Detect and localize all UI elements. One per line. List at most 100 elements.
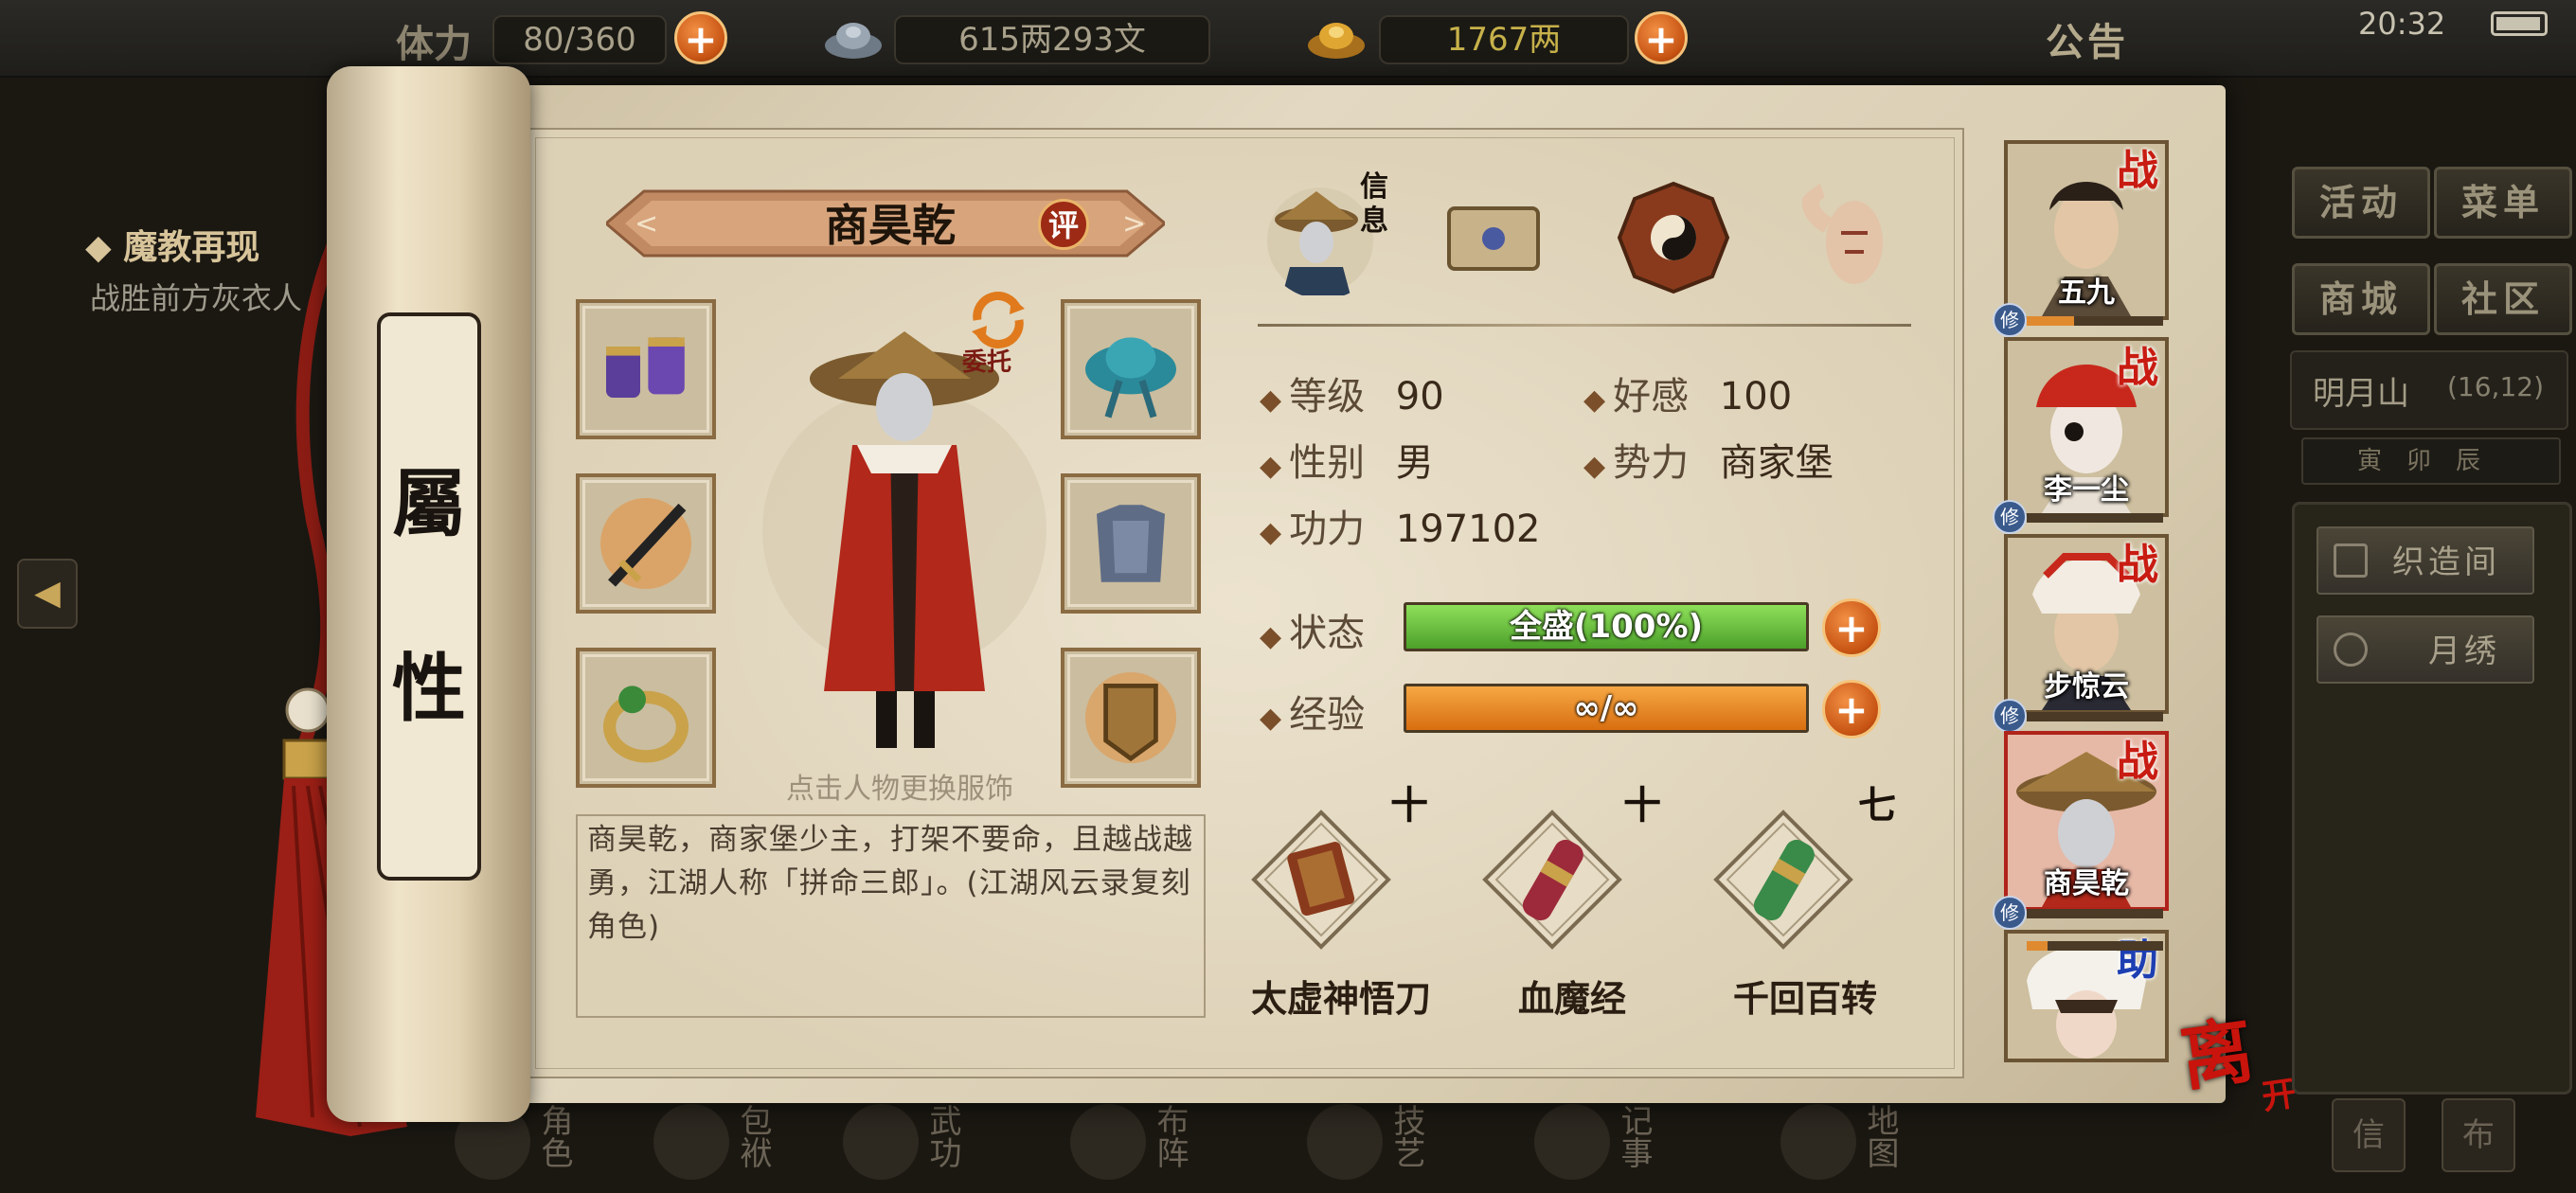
role-badge: 战: [2117, 541, 2158, 589]
house-icon: [2334, 543, 2368, 578]
formation-icon: [1070, 1104, 1146, 1180]
weaving-button[interactable]: 织造间: [2317, 526, 2534, 595]
diamond-icon: ◆: [1260, 516, 1282, 549]
add-exp-button[interactable]: +: [1822, 680, 1881, 739]
status-row: ◆ 状态: [1260, 602, 1365, 657]
nav-bag[interactable]: 包袱: [653, 1095, 814, 1189]
community-button[interactable]: 社区: [2434, 263, 2572, 335]
skill-slot-2[interactable]: [1481, 809, 1623, 951]
battery-icon: [2491, 11, 2548, 36]
gender-value: 男: [1395, 441, 1434, 485]
tab-info-label: 信息: [1360, 170, 1388, 238]
scroll-char-1: 屬: [391, 461, 466, 547]
level-label: 等级: [1289, 375, 1366, 418]
gender-row: ◆ 性别 男: [1260, 432, 1434, 487]
scroll-char-2: 性: [391, 646, 466, 732]
character-figure[interactable]: [748, 312, 1061, 767]
nav-journal[interactable]: 记事: [1534, 1095, 1695, 1189]
skill-name-3: 千回百转: [1732, 978, 1877, 1020]
status-bar-text: 全盛(100%): [1509, 608, 1704, 646]
favor-row: ◆ 好感 100: [1583, 365, 1792, 420]
equip-slot-weapon[interactable]: [576, 473, 716, 614]
equip-slot-armor[interactable]: [1061, 473, 1201, 614]
diamond-icon: ◆: [1260, 702, 1282, 735]
embroidery-button[interactable]: 月绣: [2317, 615, 2534, 684]
nav-skill[interactable]: 技艺: [1307, 1095, 1468, 1189]
activity-button[interactable]: 活动: [2292, 167, 2430, 239]
equip-slot-token[interactable]: [1061, 648, 1201, 788]
info-corner-button[interactable]: 信: [2332, 1098, 2406, 1172]
menu-button[interactable]: 菜单: [2434, 167, 2572, 239]
nav-map[interactable]: 地图: [1780, 1095, 1941, 1189]
roster-xp-bar: [2027, 941, 2163, 951]
equip-slot-gloves[interactable]: [576, 299, 716, 439]
diamond-icon: ◆: [1583, 450, 1606, 483]
blade-icon: [600, 498, 691, 589]
cultivate-badge: 修: [1993, 303, 2027, 337]
skill-rank-2: 十: [1623, 784, 1661, 828]
level-value: 90: [1395, 375, 1444, 418]
needle-icon: [2334, 632, 2368, 667]
favor-value: 100: [1719, 375, 1793, 418]
diamond-icon: ◆: [1260, 383, 1282, 417]
gold-ingot-icon: [1308, 23, 1365, 59]
bagua-icon[interactable]: [1612, 176, 1735, 299]
silver-ingot-icon: [825, 23, 882, 59]
quest-title[interactable]: ◆ 魔教再现: [85, 220, 259, 269]
cloth-corner-button[interactable]: 布: [2442, 1098, 2515, 1172]
skill-name-2: 血魔经: [1517, 978, 1626, 1020]
martial-icon: [843, 1104, 919, 1180]
roster-card-1[interactable]: 战 五九: [2004, 140, 2169, 320]
character-description: 商昊乾，商家堡少主，打架不要命，且越战越勇，江湖人称「拼命三郎」。(江湖风云录复…: [587, 823, 1193, 944]
status-label: 状态: [1289, 612, 1366, 655]
skill-slot-3[interactable]: [1712, 809, 1854, 951]
nav-formation[interactable]: 布阵: [1070, 1095, 1231, 1189]
embroidery-label: 月绣: [2428, 632, 2500, 670]
equip-slot-ring[interactable]: [576, 648, 716, 788]
role-badge: 战: [2117, 147, 2158, 195]
roster-xp-fill: [2027, 941, 2048, 951]
exp-bar-text: ∞/∞: [1573, 689, 1639, 727]
equip-slot-hat[interactable]: [1061, 299, 1201, 439]
roster-xp-bar: [2027, 513, 2163, 523]
mall-button[interactable]: 商城: [2292, 263, 2430, 335]
roster-name: 五九: [2058, 276, 2115, 310]
time-tabs[interactable]: 寅卯辰: [2301, 437, 2561, 485]
svg-text:>: >: [1122, 207, 1146, 240]
faction-value: 商家堡: [1719, 441, 1834, 485]
left-arrow-icon[interactable]: ◀: [17, 559, 78, 629]
change-outfit-hint: 点击人物更换服饰: [786, 773, 1013, 806]
cultivate-badge: 修: [1993, 699, 2027, 733]
notice-button[interactable]: 公告: [2046, 11, 2129, 66]
gender-label: 性别: [1289, 441, 1366, 485]
leave-button-sub[interactable]: 开: [2259, 1066, 2299, 1120]
map-icon: [1780, 1104, 1856, 1180]
nav-martial[interactable]: 武功: [843, 1095, 1004, 1189]
roster-xp-bar: [2027, 712, 2163, 721]
scroll-label-strip: [377, 312, 481, 881]
exp-bar: ∞/∞: [1404, 684, 1809, 733]
skill-rank-1: 十: [1390, 784, 1428, 828]
muscle-icon[interactable]: [1788, 176, 1911, 299]
add-gold-button[interactable]: +: [1635, 11, 1688, 64]
token-icon: [1085, 672, 1176, 763]
location-name: 明月山: [2313, 375, 2409, 413]
skill-slot-1[interactable]: [1250, 809, 1392, 951]
scroll-map-icon[interactable]: [1432, 176, 1555, 299]
evaluate-button[interactable]: 评: [1038, 199, 1089, 250]
clock: 20:32: [2358, 6, 2446, 42]
faction-label: 势力: [1613, 441, 1690, 485]
roster-card-4[interactable]: 战 商昊乾: [2004, 731, 2169, 911]
restore-status-button[interactable]: +: [1822, 598, 1881, 657]
roster-card-2[interactable]: 战 李一尘: [2004, 337, 2169, 517]
diamond-icon: ◆: [1260, 450, 1282, 483]
gold-value: 1767两: [1379, 15, 1629, 64]
skill-name-1: 太虚神悟刀: [1250, 978, 1431, 1020]
roster-card-3[interactable]: 战 步惊云: [2004, 534, 2169, 714]
hat-icon: [1085, 337, 1176, 418]
power-label: 功力: [1289, 507, 1366, 551]
add-stamina-button[interactable]: +: [674, 11, 727, 64]
exp-row: ◆ 经验: [1260, 684, 1365, 739]
leave-button[interactable]: 离: [2174, 991, 2260, 1105]
favor-label: 好感: [1613, 375, 1690, 418]
